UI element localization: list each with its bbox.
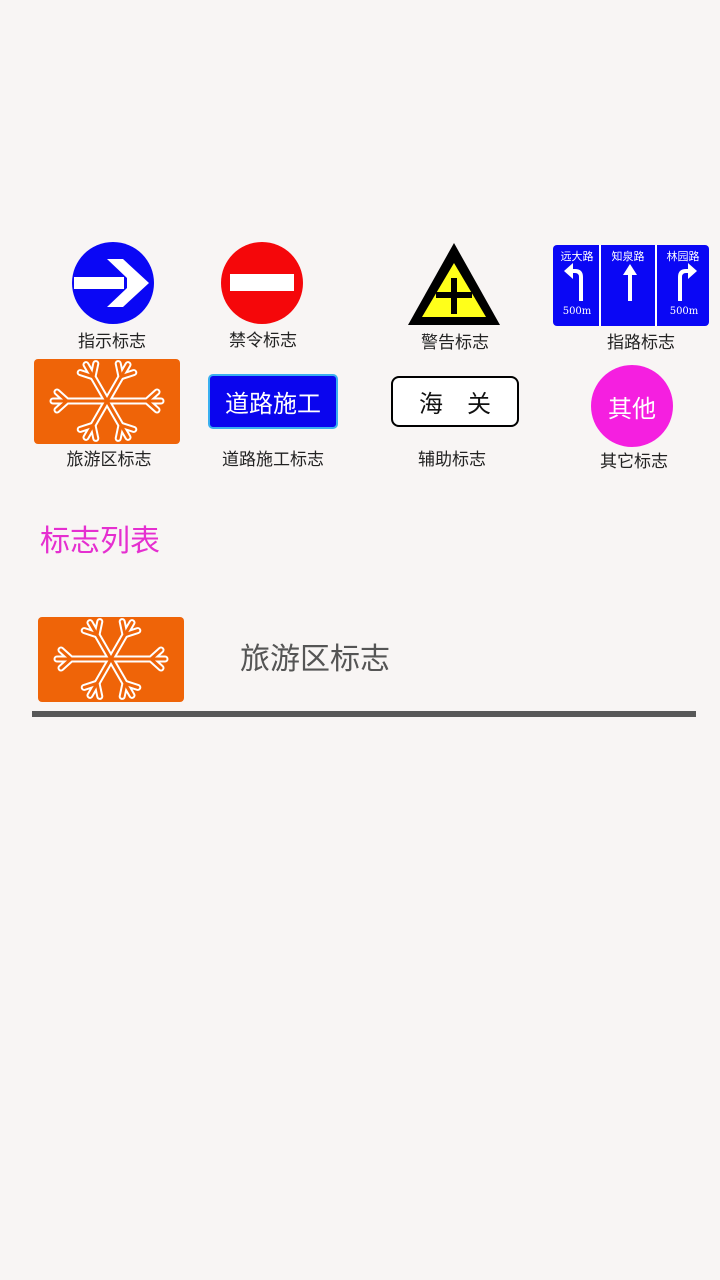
direction-label: 指路标志 [607,333,675,353]
direction-road-2: 知泉路 [612,249,645,263]
direction-sign[interactable]: 远大路 知泉路 林园路 500m 500m [553,245,709,326]
prohibition-sign[interactable] [220,241,304,325]
prohibition-label: 禁令标志 [229,331,297,351]
direction-road-1: 远大路 [561,249,594,263]
screen: 指示标志 禁令标志 警告标志 远大路 知泉路 林园路 500m 500m 指路标… [0,0,720,1280]
direction-distance-1: 500m [563,306,592,317]
warning-label: 警告标志 [421,333,489,353]
road-work-label: 道路施工标志 [222,450,324,470]
list-item[interactable]: 旅游区标志 [32,608,696,712]
list-item-thumbnail [37,616,185,703]
auxiliary-label: 辅助标志 [418,450,486,470]
tourist-label: 旅游区标志 [66,450,152,470]
list-divider [32,711,696,717]
snowflake-icon [34,359,180,444]
direction-road-3: 林园路 [667,249,700,263]
no-entry-icon [221,242,303,324]
right-arrow-icon [72,242,154,324]
road-work-sign-text: 道路施工 [225,390,321,418]
other-label: 其它标志 [600,452,668,472]
direction-distance-3: 500m [670,306,699,317]
auxiliary-sign-text: 海 关 [419,390,491,418]
direction-sign-graphic: 远大路 知泉路 林园路 500m 500m [553,245,709,326]
warning-sign[interactable] [406,241,502,327]
auxiliary-sign[interactable]: 海 关 [391,376,519,427]
tourist-sign[interactable] [34,359,180,444]
list-title: 标志列表 [40,524,160,559]
other-sign[interactable]: 其他 [591,365,673,447]
list-item-label: 旅游区标志 [240,642,390,677]
indication-sign[interactable] [71,241,155,325]
other-sign-text: 其他 [608,394,656,423]
road-work-sign[interactable]: 道路施工 [208,374,338,429]
snowflake-icon [38,617,184,702]
indication-label: 指示标志 [78,332,146,352]
crossroad-warning-icon [408,243,500,325]
